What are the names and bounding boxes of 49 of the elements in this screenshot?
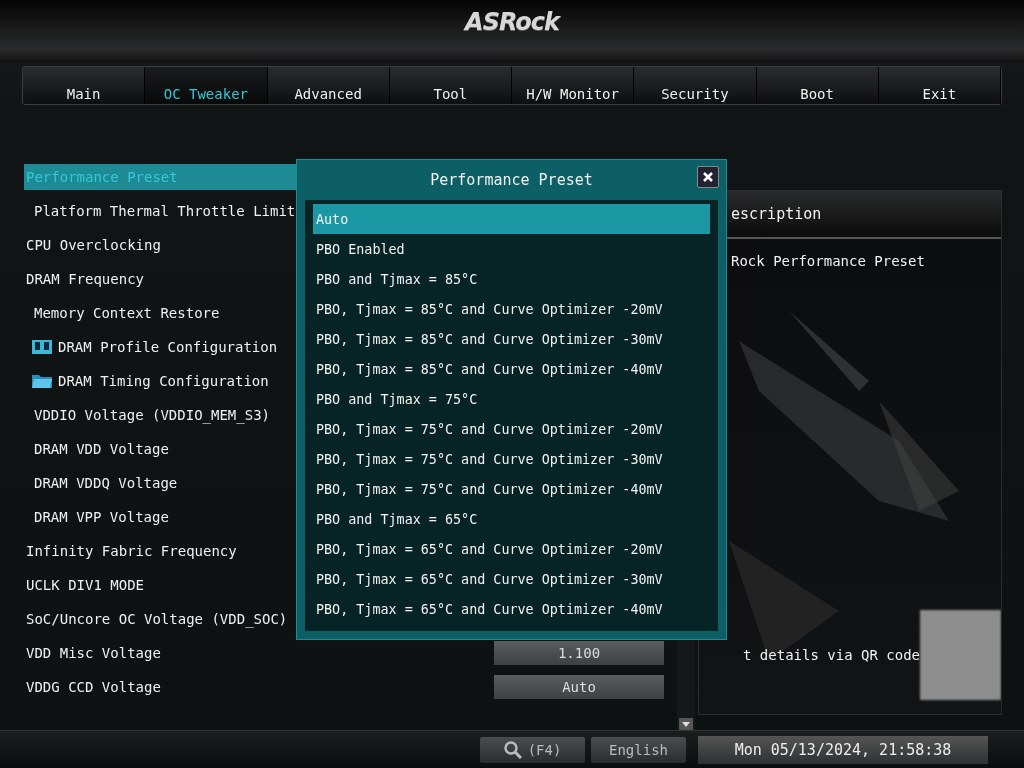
tab[interactable]: OC Tweaker [145,66,268,105]
setting-item[interactable]: DRAM VDDQ Voltage [24,470,296,497]
setting-item[interactable]: VDDG CCD Voltage [24,674,296,701]
search-icon [503,740,522,759]
setting-item[interactable]: Memory Context Restore [24,300,296,327]
option-item[interactable]: PBO and Tjmax = 75°C [313,384,710,414]
qr-caption: t details via QR code [743,647,920,664]
setting-item[interactable]: DRAM VPP Voltage [24,504,296,531]
date-time: Mon 05/13/2024, 21:58:38 [698,735,988,764]
tab[interactable]: Exit [878,66,1001,105]
option-item[interactable]: PBO, Tjmax = 85°C and Curve Optimizer -20mV [313,294,710,324]
setting-item[interactable]: DRAM Frequency [24,266,296,293]
option-item[interactable]: PBO, Tjmax = 75°C and Curve Optimizer -20mV [313,414,710,444]
setting-item[interactable]: CPU Overclocking [24,232,296,259]
setting-item[interactable]: UCLK DIV1 MODE [24,572,296,599]
option-item[interactable]: PBO, Tjmax = 75°C and Curve Optimizer -30mV [313,444,710,474]
tab[interactable]: Advanced [267,66,390,105]
setting-item[interactable]: DRAM Timing Configuration [24,368,296,395]
setting-item[interactable]: Platform Thermal Throttle Limit [24,198,296,225]
setting-item[interactable]: DRAM VDD Voltage [24,436,296,463]
setting-item[interactable]: VDDIO Voltage (VDDIO_MEM_S3) [24,402,296,429]
setting-item[interactable]: VDD Misc Voltage [24,640,296,667]
option-item[interactable]: PBO, Tjmax = 85°C and Curve Optimizer -30mV [313,324,710,354]
option-item[interactable]: PBO, Tjmax = 65°C and Curve Optimizer -40mV [313,594,710,624]
close-button[interactable] [697,166,719,188]
description-text: Rock Performance Preset [730,252,926,272]
tab[interactable]: H/W Monitor [512,66,635,105]
memory-module-icon [32,339,52,356]
setting-value[interactable]: Auto [494,675,664,700]
option-item[interactable]: PBO, Tjmax = 65°C and Curve Optimizer -20mV [313,534,710,564]
tab[interactable]: Tool [389,66,512,105]
setting-item[interactable]: DRAM Profile Configuration [24,334,296,361]
setting-item[interactable]: SoC/Uncore OC Voltage (VDD_SOC) [24,606,296,633]
setting-item[interactable]: Infinity Fabric Frequency [24,538,296,565]
tab[interactable]: Boot [756,66,879,105]
option-item[interactable]: PBO, Tjmax = 85°C and Curve Optimizer -40mV [313,354,710,384]
setting-value[interactable]: 1.100 [494,641,664,666]
option-item[interactable]: PBO and Tjmax = 65°C [313,504,710,534]
logo: ASRock [465,8,559,36]
dialog-title: Performance Preset [430,171,593,189]
tab[interactable]: Security [634,66,757,105]
option-item[interactable]: PBO, Tjmax = 75°C and Curve Optimizer -40mV [313,474,710,504]
language-button[interactable]: English [591,736,686,763]
folder-icon [32,373,52,390]
option-item[interactable]: PBO and Tjmax = 85°C [313,264,710,294]
scroll-down-icon[interactable] [679,718,693,731]
search-button[interactable]: (F4) [480,736,585,763]
close-icon [702,171,714,183]
option-item[interactable]: PBO, Tjmax = 65°C and Curve Optimizer -30mV [313,564,710,594]
